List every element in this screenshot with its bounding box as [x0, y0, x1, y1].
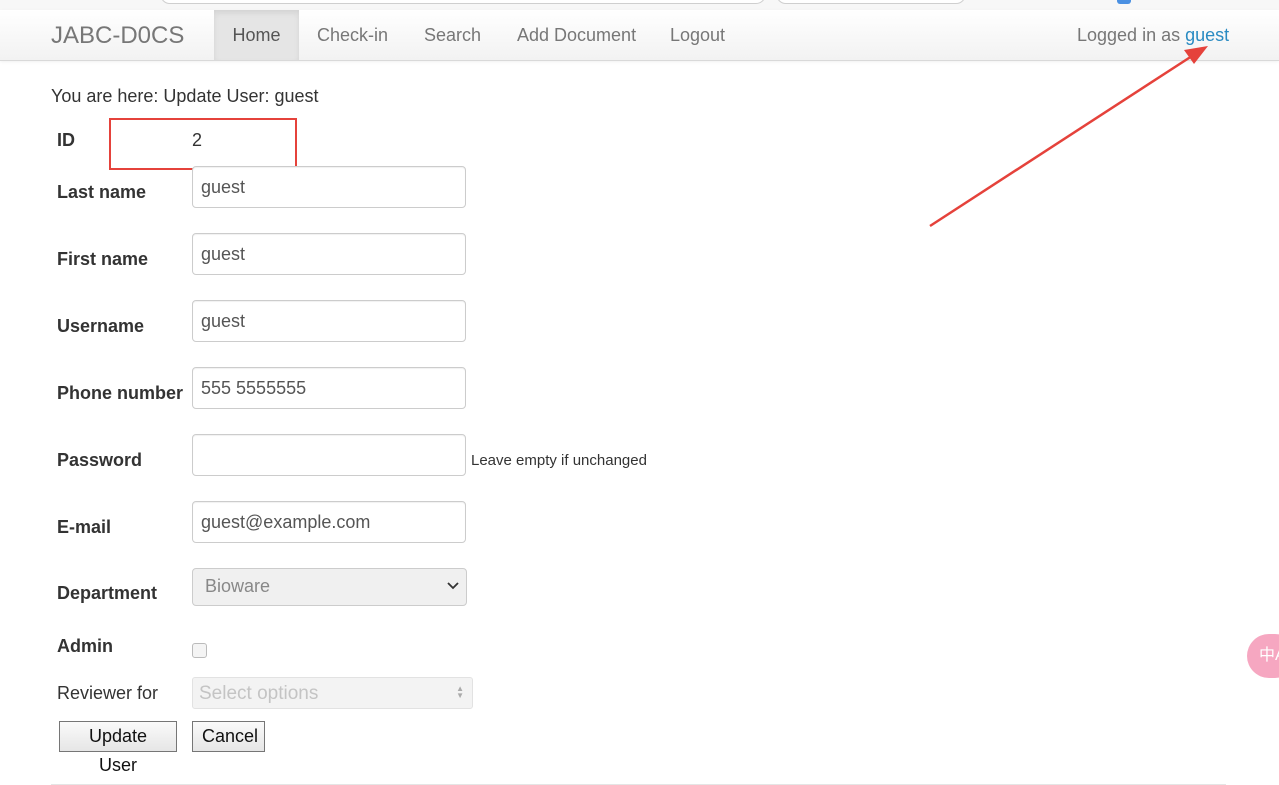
- department-label: Department: [57, 583, 158, 603]
- reviewer-multiselect[interactable]: Select options ▲ ▼: [192, 677, 473, 709]
- password-label: Password: [57, 450, 143, 470]
- chevron-down-icon: [447, 582, 459, 590]
- first-name-label: First name: [57, 249, 149, 269]
- reviewer-label: Reviewer for: [57, 683, 159, 703]
- brand-logo[interactable]: JABC-D0CS: [51, 22, 184, 50]
- id-label: ID: [57, 130, 75, 150]
- update-user-button[interactable]: Update User: [59, 721, 177, 775]
- email-label: E-mail: [57, 517, 112, 537]
- department-selected-value: Bioware: [205, 576, 271, 596]
- navbar: JABC-D0CS Home Check-in Search Add Docum…: [0, 10, 1279, 61]
- password-input[interactable]: [192, 434, 466, 476]
- updown-arrow-icon: ▲ ▼: [456, 684, 464, 700]
- username-label: Username: [57, 316, 145, 336]
- nav-add-document[interactable]: Add Document: [517, 10, 636, 60]
- nav-home[interactable]: Home: [214, 10, 299, 60]
- password-help-text: Leave empty if unchanged: [471, 452, 647, 469]
- first-name-input[interactable]: [192, 233, 466, 275]
- logged-in-prefix: Logged in as: [1077, 25, 1181, 45]
- phone-input[interactable]: [192, 367, 466, 409]
- last-name-input[interactable]: [192, 166, 466, 208]
- browser-top-strip: [0, 0, 1279, 10]
- extension-icon[interactable]: [1117, 0, 1131, 4]
- cancel-button[interactable]: Cancel: [192, 721, 265, 752]
- nav-search[interactable]: Search: [424, 10, 481, 60]
- breadcrumb: You are here: Update User: guest: [51, 86, 319, 106]
- department-select[interactable]: Bioware: [192, 568, 467, 606]
- browser-address-bar[interactable]: [160, 0, 766, 4]
- nav-logout[interactable]: Logout: [670, 10, 725, 60]
- logged-in-status: Logged in as guest: [1077, 10, 1229, 60]
- username-link[interactable]: guest: [1185, 25, 1229, 45]
- annotation-highlight-box: [109, 118, 297, 170]
- admin-checkbox[interactable]: [192, 643, 207, 658]
- nav-check-in[interactable]: Check-in: [317, 10, 388, 60]
- reviewer-placeholder: Select options: [199, 683, 319, 704]
- last-name-label: Last name: [57, 182, 147, 202]
- browser-search-bar[interactable]: [776, 0, 966, 4]
- admin-label: Admin: [57, 636, 113, 656]
- email-input[interactable]: [192, 501, 466, 543]
- translate-icon[interactable]: 中A: [1247, 634, 1279, 678]
- username-input[interactable]: [192, 300, 466, 342]
- phone-label: Phone number: [57, 383, 184, 403]
